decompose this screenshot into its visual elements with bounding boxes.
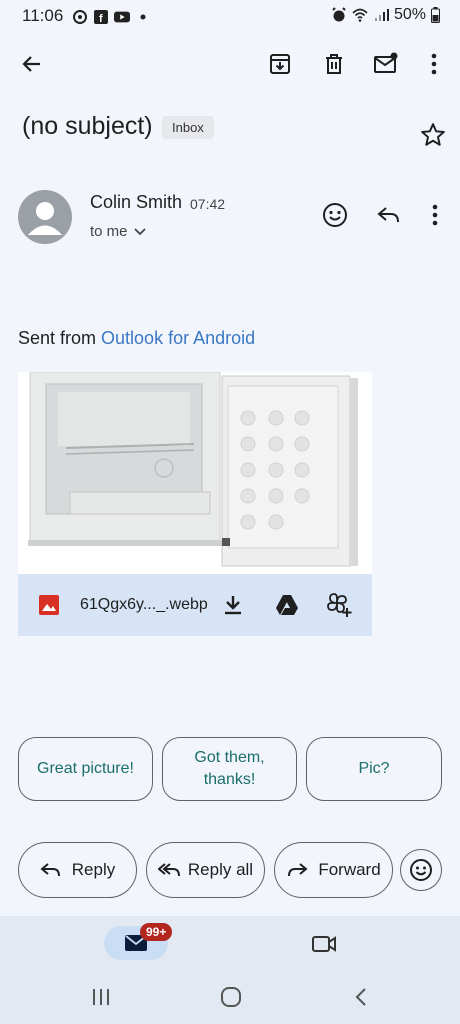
reply-actions: Reply Reply all Forward [18, 842, 442, 898]
subject-row: (no subject) Inbox [22, 108, 446, 148]
forward-label: Forward [318, 860, 381, 879]
person-icon [28, 202, 62, 235]
system-navigation-bar [0, 968, 460, 1024]
recent-apps-icon[interactable] [88, 984, 114, 1010]
email-body: Sent from Outlook for Android [18, 328, 255, 349]
dot-icon [140, 14, 146, 20]
home-icon[interactable] [218, 984, 244, 1010]
outlook-link[interactable]: Outlook for Android [101, 328, 255, 348]
emoji-reaction-button[interactable] [400, 849, 442, 891]
archive-icon[interactable] [266, 50, 294, 78]
body-text: Sent from [18, 328, 102, 348]
chevron-down-icon [133, 227, 146, 235]
attachment-filename: 61Qgx6y..._.webp [80, 596, 208, 613]
battery-icon [431, 7, 440, 23]
reply-all-button[interactable]: Reply all [146, 842, 265, 898]
freezer-image [18, 372, 372, 574]
email-subject: (no subject) [22, 112, 153, 140]
recipient-toggle[interactable]: to me [90, 223, 146, 240]
drive-icon[interactable] [274, 592, 300, 618]
image-file-icon [39, 595, 59, 615]
video-camera-icon [312, 936, 336, 952]
unread-count-badge: 99+ [140, 923, 173, 941]
smart-reply-chip[interactable]: Great picture! [18, 737, 153, 801]
star-icon[interactable] [420, 122, 446, 148]
forward-button[interactable]: Forward [274, 842, 393, 898]
sender-row: Colin Smith 07:42 to me [18, 188, 446, 248]
bottom-navigation: 99+ [0, 916, 460, 968]
reply-icon[interactable] [374, 200, 404, 230]
attachment-card[interactable]: 61Qgx6y..._.webp [18, 372, 372, 636]
recipient-label: to me [90, 223, 128, 240]
reply-all-icon [157, 863, 180, 877]
signal-icon [374, 9, 389, 21]
battery-percent: 50% [393, 6, 426, 23]
email-toolbar [0, 44, 460, 84]
add-emoji-reaction-icon[interactable] [320, 200, 350, 230]
inbox-label[interactable]: Inbox [162, 116, 214, 139]
attachment-preview-image[interactable] [18, 372, 372, 574]
status-bar: 11:06 f 50% [0, 0, 460, 34]
mark-unread-icon[interactable] [372, 50, 400, 78]
status-time: 11:06 [22, 6, 64, 25]
facebook-icon: f [94, 10, 108, 25]
avatar[interactable] [18, 190, 72, 244]
nav-meet-tab[interactable] [310, 930, 338, 958]
reply-button[interactable]: Reply [18, 842, 137, 898]
reply-all-label: Reply all [187, 860, 254, 879]
attachment-bar: 61Qgx6y..._.webp [18, 574, 372, 636]
more-vert-icon[interactable] [420, 50, 448, 78]
smart-reply-chip[interactable]: Pic? [306, 737, 442, 801]
back-nav-icon[interactable] [348, 984, 374, 1010]
forward-icon [288, 863, 308, 877]
reply-label: Reply [71, 860, 116, 879]
delete-icon[interactable] [320, 50, 348, 78]
sync-icon [73, 10, 87, 24]
sender-time: 07:42 [190, 196, 226, 212]
wifi-icon [352, 8, 368, 22]
alarm-icon [332, 7, 346, 22]
svg-text:f: f [99, 13, 103, 25]
smart-replies: Great picture! Got them, thanks! Pic? [18, 737, 442, 801]
smart-reply-chip[interactable]: Got them, thanks! [162, 737, 297, 801]
emoji-icon [410, 859, 432, 881]
reply-icon [40, 863, 60, 877]
back-arrow-icon[interactable] [18, 50, 46, 78]
more-vert-icon[interactable] [420, 200, 450, 230]
youtube-icon [114, 11, 130, 23]
download-icon[interactable] [220, 592, 246, 618]
add-to-photos-icon[interactable] [326, 592, 352, 618]
sender-name[interactable]: Colin Smith [90, 192, 182, 213]
